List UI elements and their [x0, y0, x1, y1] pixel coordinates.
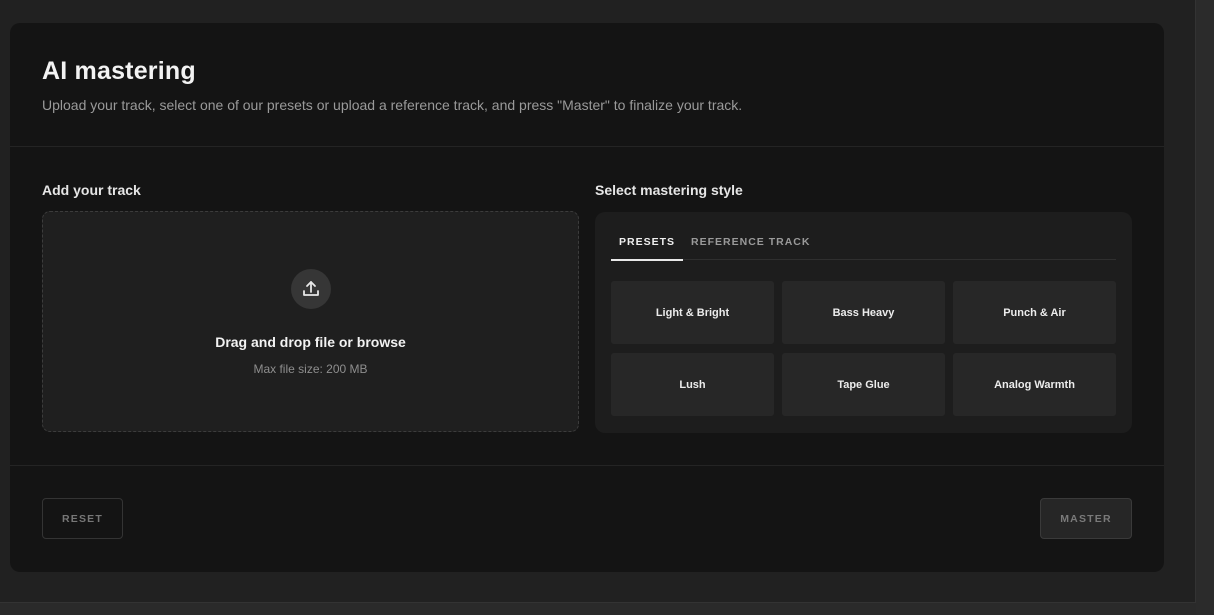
preset-light-bright[interactable]: Light & Bright [611, 281, 774, 344]
mastering-style-label: Select mastering style [595, 182, 743, 198]
mastering-style-panel: PRESETS REFERENCE TRACK Light & Bright B… [595, 212, 1132, 433]
tab-presets[interactable]: PRESETS [611, 224, 684, 261]
preset-grid: Light & Bright Bass Heavy Punch & Air Lu… [611, 281, 1116, 416]
reset-button[interactable]: RESET [42, 498, 123, 539]
page-title: AI mastering [42, 57, 196, 85]
preset-tape-glue[interactable]: Tape Glue [782, 353, 945, 416]
card-footer-divider [10, 465, 1164, 466]
tab-reference-track[interactable]: REFERENCE TRACK [683, 224, 818, 260]
preset-bass-heavy[interactable]: Bass Heavy [782, 281, 945, 344]
master-button[interactable]: MASTER [1040, 498, 1132, 539]
scrollbar-track[interactable] [1196, 0, 1214, 615]
mastering-card: AI mastering Upload your track, select o… [10, 23, 1164, 572]
file-dropzone[interactable]: Drag and drop file or browse Max file si… [42, 211, 579, 432]
dropzone-subtitle: Max file size: 200 MB [253, 362, 368, 376]
preset-lush[interactable]: Lush [611, 353, 774, 416]
preset-punch-air[interactable]: Punch & Air [953, 281, 1116, 344]
dropzone-title[interactable]: Drag and drop file or browse [43, 334, 578, 350]
upload-button[interactable] [291, 269, 331, 309]
upload-icon [303, 281, 319, 296]
style-tabs: PRESETS REFERENCE TRACK [611, 224, 1116, 261]
card-header: AI mastering Upload your track, select o… [10, 23, 1164, 147]
add-track-label: Add your track [42, 182, 141, 198]
page-subtitle: Upload your track, select one of our pre… [42, 97, 743, 113]
preset-analog-warmth[interactable]: Analog Warmth [953, 353, 1116, 416]
